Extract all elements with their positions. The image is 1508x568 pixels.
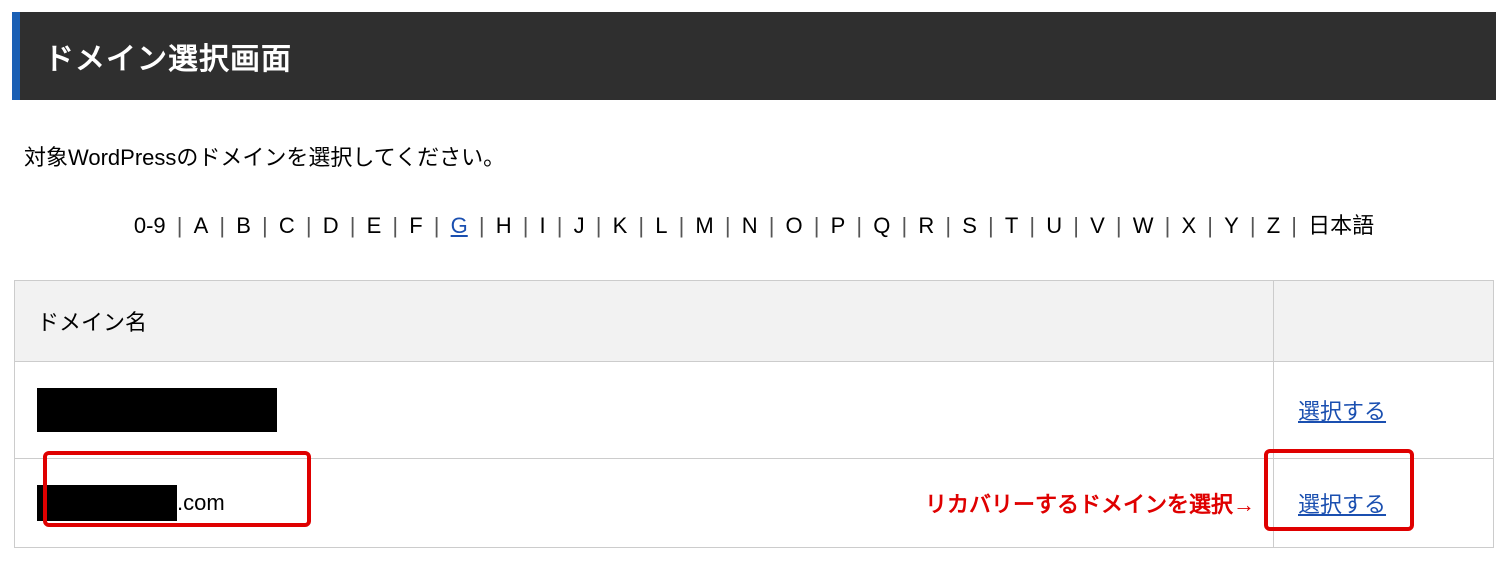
alpha-filter-separator: | — [471, 213, 493, 238]
alpha-filter-separator: | — [670, 213, 692, 238]
alpha-filter-separator: | — [1021, 213, 1043, 238]
alpha-filter-link[interactable]: W — [1130, 213, 1157, 238]
alpha-filter-separator: | — [384, 213, 406, 238]
alpha-filter-separator: | — [298, 213, 320, 238]
alpha-filter-separator: | — [588, 213, 610, 238]
domain-cell — [15, 362, 1274, 459]
annotation-text: リカバリーするドメインを選択→ — [925, 487, 1255, 519]
alpha-filter-separator: | — [1108, 213, 1130, 238]
alpha-filter-link[interactable]: 日本語 — [1305, 213, 1377, 238]
alpha-filter-link[interactable]: S — [959, 213, 980, 238]
alpha-filter-link[interactable]: T — [1002, 213, 1021, 238]
alpha-filter-link[interactable]: Y — [1221, 213, 1242, 238]
page-header: ドメイン選択画面 — [12, 12, 1496, 100]
redacted-domain — [37, 485, 177, 521]
alpha-filter-separator: | — [937, 213, 959, 238]
highlight-box-select — [1264, 449, 1414, 531]
alpha-filter-link[interactable]: L — [652, 213, 670, 238]
alpha-filter-link[interactable]: 0-9 — [131, 213, 169, 238]
alpha-filter-separator: | — [426, 213, 448, 238]
alpha-filter-link[interactable]: X — [1178, 213, 1199, 238]
alpha-filter-link[interactable]: H — [493, 213, 515, 238]
alpha-filter-link[interactable]: N — [739, 213, 761, 238]
alpha-filter-separator: | — [254, 213, 276, 238]
alpha-filter-link[interactable]: Z — [1264, 213, 1283, 238]
alpha-filter-separator: | — [893, 213, 915, 238]
alpha-filter-separator: | — [1283, 213, 1305, 238]
alpha-filter-separator: | — [980, 213, 1002, 238]
select-link[interactable]: 選択する — [1298, 399, 1386, 424]
content-area: 対象WordPressのドメインを選択してください。 0-9 | A | B |… — [0, 100, 1508, 568]
alpha-filter-link[interactable]: R — [915, 213, 937, 238]
alpha-filter-link[interactable]: I — [537, 213, 549, 238]
domain-cell: .com リカバリーするドメインを選択→ — [15, 459, 1274, 548]
alpha-filter-link[interactable]: K — [610, 213, 631, 238]
alpha-filter-separator: | — [1065, 213, 1087, 238]
alpha-filter-link[interactable]: F — [406, 213, 425, 238]
alpha-filter-link[interactable]: Q — [870, 213, 893, 238]
table-header-domain: ドメイン名 — [15, 281, 1274, 362]
alpha-filter-separator: | — [1156, 213, 1178, 238]
alpha-filter-separator: | — [1199, 213, 1221, 238]
alpha-filter-link[interactable]: E — [364, 213, 385, 238]
alpha-filter-link[interactable]: P — [828, 213, 849, 238]
alpha-filter-link[interactable]: B — [233, 213, 254, 238]
select-link[interactable]: 選択する — [1298, 492, 1386, 517]
alpha-filter-link[interactable]: O — [783, 213, 806, 238]
alpha-filter-separator: | — [549, 213, 571, 238]
alpha-filter-separator: | — [1242, 213, 1264, 238]
alpha-filter-link[interactable]: G — [448, 213, 471, 238]
alpha-filter-separator: | — [342, 213, 364, 238]
alpha-filter-separator: | — [211, 213, 233, 238]
alpha-filter-link[interactable]: D — [320, 213, 342, 238]
alpha-filter-link[interactable]: C — [276, 213, 298, 238]
table-row: 選択する — [15, 362, 1494, 459]
action-cell: 選択する — [1274, 362, 1494, 459]
alpha-filter-link[interactable]: J — [571, 213, 588, 238]
instruction-text: 対象WordPressのドメインを選択してください。 — [14, 140, 1494, 172]
alpha-filter-separator: | — [848, 213, 870, 238]
domain-suffix: .com — [177, 490, 225, 515]
alpha-filter-separator: | — [515, 213, 537, 238]
alpha-filter-link[interactable]: A — [191, 213, 212, 238]
alpha-filter-link[interactable]: M — [692, 213, 716, 238]
alpha-filter: 0-9 | A | B | C | D | E | F | G | H | I … — [14, 208, 1494, 240]
alpha-filter-separator: | — [761, 213, 783, 238]
alpha-filter-separator: | — [717, 213, 739, 238]
alpha-filter-separator: | — [169, 213, 191, 238]
table-header-action — [1274, 281, 1494, 362]
alpha-filter-link[interactable]: U — [1043, 213, 1065, 238]
alpha-filter-link[interactable]: V — [1087, 213, 1108, 238]
domain-table: ドメイン名 選択する .com リカバリーするドメインを選択→ — [14, 280, 1494, 548]
redacted-domain — [37, 388, 277, 432]
alpha-filter-separator: | — [630, 213, 652, 238]
table-row: .com リカバリーするドメインを選択→ 選択する — [15, 459, 1494, 548]
alpha-filter-separator: | — [806, 213, 828, 238]
page-title: ドメイン選択画面 — [44, 34, 1472, 78]
action-cell: 選択する — [1274, 459, 1494, 548]
